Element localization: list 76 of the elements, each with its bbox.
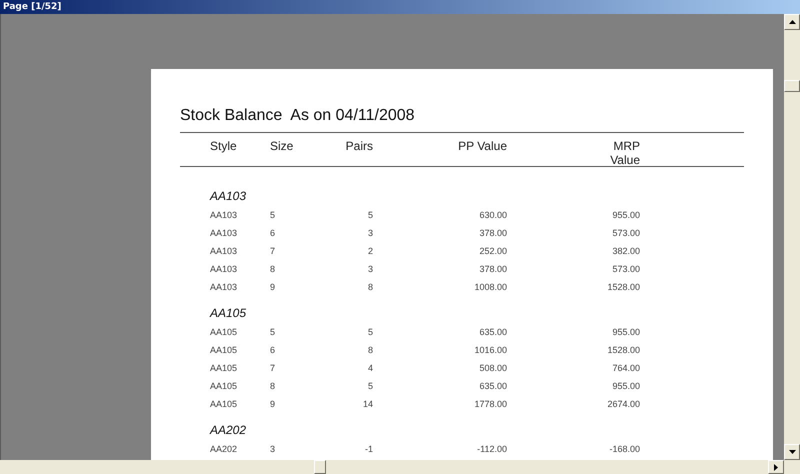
- table-cell: 4: [368, 363, 373, 373]
- scrollbar-thumb[interactable]: [314, 460, 326, 474]
- right-arrow-icon: [774, 464, 778, 470]
- table-cell: 3: [368, 264, 373, 274]
- scrollbar-corner: [784, 460, 800, 474]
- table-cell: 3: [368, 228, 373, 238]
- table-cell: 7: [270, 363, 276, 373]
- table-cell: 2674.00: [607, 399, 640, 409]
- table-cell: AA105: [210, 345, 238, 355]
- table-cell: 1008.00: [474, 282, 507, 292]
- scroll-down-button[interactable]: [784, 444, 800, 460]
- table-cell: 955.00: [612, 327, 640, 337]
- table-cell: 7: [270, 246, 276, 256]
- table-cell: 1528.00: [607, 282, 640, 292]
- table-cell: AA105: [210, 381, 238, 391]
- table-cell: AA105: [210, 399, 238, 409]
- table-cell: 6: [270, 228, 276, 238]
- table-cell: AA202: [210, 444, 238, 454]
- down-arrow-icon: [788, 450, 796, 454]
- table-cell: 9: [270, 399, 276, 409]
- vertical-scrollbar[interactable]: [784, 14, 800, 460]
- table-cell: 252.00: [479, 246, 507, 256]
- table-cell: 1528.00: [607, 345, 640, 355]
- table-cell: 8: [368, 282, 373, 292]
- table-cell: 5: [270, 210, 276, 220]
- table-cell: 630.00: [479, 210, 507, 220]
- table-cell: 378.00: [479, 228, 507, 238]
- table-cell: AA103: [210, 228, 238, 238]
- up-arrow-icon: [788, 20, 796, 24]
- group-heading: AA105: [210, 305, 246, 322]
- table-cell: 3: [270, 444, 276, 454]
- table-cell: AA105: [210, 327, 238, 337]
- scroll-up-button[interactable]: [784, 14, 800, 30]
- table-cell: 6: [270, 345, 276, 355]
- table-cell: 5: [368, 210, 373, 220]
- group-heading: AA103: [210, 188, 246, 205]
- table-cell: 382.00: [612, 246, 640, 256]
- table-cell: -112.00: [477, 444, 507, 454]
- table-cell: 5: [270, 327, 276, 337]
- table-cell: 573.00: [612, 264, 640, 274]
- table-cell: 14: [362, 399, 373, 409]
- table-cell: 764.00: [612, 363, 640, 373]
- table-cell: 2: [368, 246, 373, 256]
- table-cell: AA103: [210, 210, 238, 220]
- scrollbar-thumb[interactable]: [784, 80, 800, 92]
- table-cell: 1778.00: [474, 399, 507, 409]
- table-cell: 955.00: [612, 210, 640, 220]
- table-cell: AA103: [210, 246, 238, 256]
- scroll-right-button[interactable]: [768, 460, 784, 474]
- table-cell: 1016.00: [474, 345, 507, 355]
- table-cell: 635.00: [479, 327, 507, 337]
- table-cell: 5: [368, 381, 373, 391]
- table-cell: AA105: [210, 363, 238, 373]
- column-header: MRP Value: [609, 139, 640, 167]
- table-cell: 8: [270, 381, 276, 391]
- group-heading: AA202: [210, 422, 246, 439]
- table-cell: 508.00: [479, 363, 507, 373]
- table-cell: 635.00: [479, 381, 507, 391]
- column-header: PP Value: [458, 139, 507, 153]
- column-header: Pairs: [346, 139, 373, 153]
- table-cell: 955.00: [612, 381, 640, 391]
- table-cell: 378.00: [479, 264, 507, 274]
- report-title: Stock Balance As on 04/11/2008: [180, 107, 415, 125]
- column-header: Size: [270, 139, 294, 153]
- column-header: Style: [210, 139, 237, 153]
- horizontal-scrollbar[interactable]: [0, 460, 784, 474]
- table-cell: AA103: [210, 264, 238, 274]
- table-cell: 8: [368, 345, 373, 355]
- table-cell: -1: [364, 444, 373, 454]
- table-cell: 9: [270, 282, 276, 292]
- table-cell: -168.00: [609, 444, 640, 454]
- table-cell: AA103: [210, 282, 238, 292]
- table-cell: 8: [270, 264, 276, 274]
- table-cell: 573.00: [612, 228, 640, 238]
- window-title: Page [1/52]: [3, 2, 62, 12]
- table-cell: 5: [368, 327, 373, 337]
